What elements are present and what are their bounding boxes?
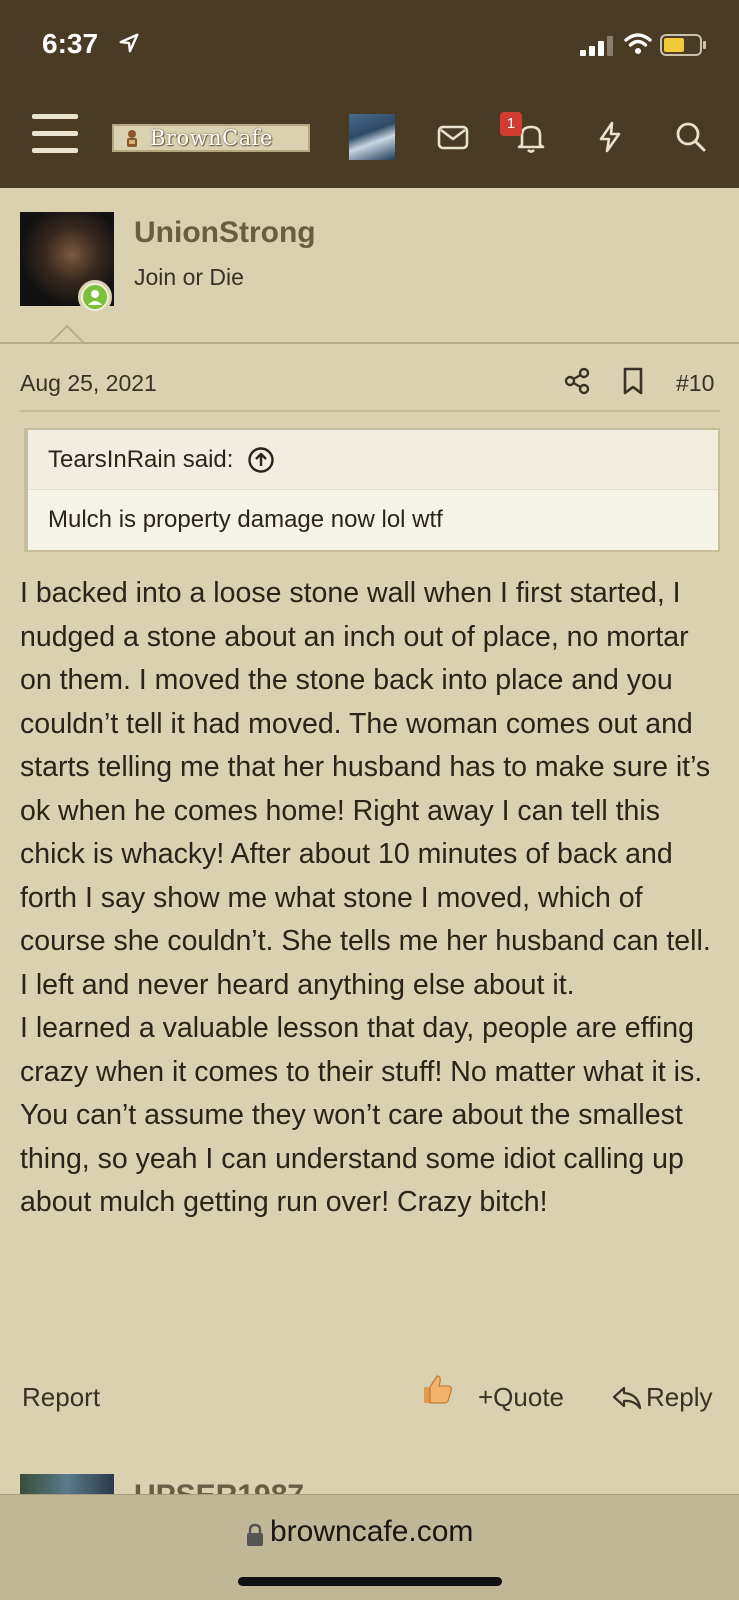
status-bar: 6:37 (0, 0, 739, 90)
status-time: 6:37 (42, 28, 99, 59)
home-indicator[interactable] (238, 1577, 502, 1586)
report-link[interactable]: Report (22, 1382, 100, 1413)
cell-signal-icon (580, 36, 613, 56)
site-logo[interactable]: BrownCafe (112, 124, 310, 152)
top-bar: 6:37 BrownCafe 1 (0, 0, 739, 188)
forum-post: UnionStrong Join or Die Aug 25, 2021 #10… (0, 188, 739, 1444)
logo-text: BrownCafe (150, 126, 273, 150)
post-header-rule (20, 410, 720, 412)
battery-icon (660, 34, 706, 56)
search-icon[interactable] (672, 118, 710, 156)
menu-line (32, 114, 78, 119)
bear-logo-icon (127, 130, 137, 147)
menu-line (32, 131, 78, 136)
wifi-icon (624, 33, 652, 54)
lightning-icon[interactable] (591, 118, 629, 156)
user-avatar[interactable] (349, 114, 395, 160)
url-text[interactable]: browncafe.com (270, 1515, 473, 1549)
quote-block: TearsInRain said: Mulch is property dama… (24, 428, 720, 552)
jump-to-quote-icon[interactable] (247, 446, 275, 474)
quote-header[interactable]: TearsInRain said: (28, 430, 718, 490)
notification-badge: 1 (500, 112, 522, 136)
reply-button[interactable]: Reply (612, 1382, 712, 1413)
quote-button[interactable]: +Quote (478, 1382, 564, 1413)
reply-label: Reply (646, 1382, 713, 1412)
menu-line (32, 148, 78, 153)
next-post-avatar[interactable] (20, 1474, 114, 1494)
post-body: I backed into a loose stone wall when I … (20, 577, 711, 1218)
post-date[interactable]: Aug 25, 2021 (20, 370, 157, 397)
menu-button[interactable] (32, 114, 78, 154)
post-divider (0, 342, 739, 344)
quote-text: Mulch is property damage now lol wtf (48, 506, 443, 533)
author-username[interactable]: UnionStrong (134, 216, 316, 250)
reply-icon (612, 1386, 642, 1409)
mail-icon[interactable] (434, 118, 472, 156)
post-number[interactable]: #10 (676, 370, 714, 397)
like-icon[interactable] (420, 1372, 454, 1406)
quote-author: TearsInRain said: (48, 445, 234, 473)
location-arrow-icon (119, 33, 139, 53)
message-pointer (50, 325, 84, 343)
browser-address-bar: browncafe.com (0, 1494, 739, 1600)
share-icon[interactable] (562, 366, 592, 396)
bookmark-icon[interactable] (620, 366, 646, 396)
author-title: Join or Die (134, 264, 244, 290)
site-header: BrownCafe 1 (0, 100, 739, 180)
online-status-icon (78, 280, 112, 314)
lock-icon (247, 1523, 263, 1546)
person-icon (88, 290, 102, 305)
